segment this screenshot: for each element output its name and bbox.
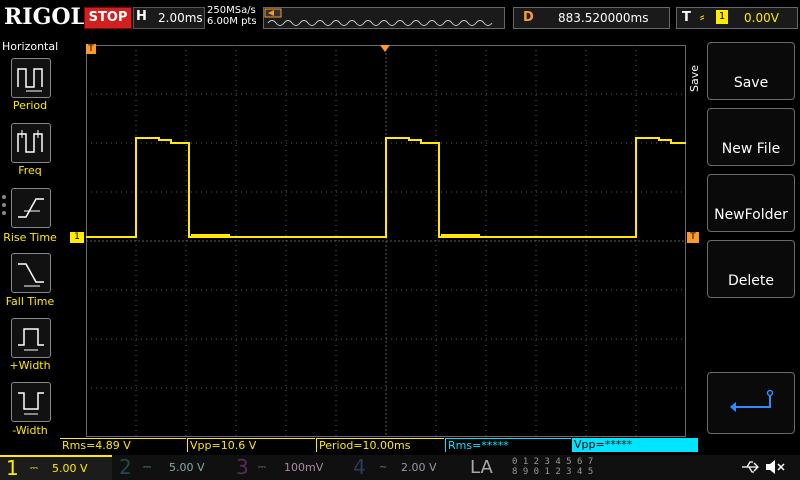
measurement-rms-ch1[interactable]: Rms=4.89 V [60,438,186,452]
memory-depth: 6.00M pts [207,16,257,27]
la-digits-row1: 0 1 2 3 4 5 6 7 [512,457,594,467]
channel-2-tab[interactable]: 2 ⎓ 5.00 V [113,455,225,480]
acquisition-info: 250MSa/s 6.00M pts [207,5,257,27]
new-folder-button[interactable]: NewFolder [707,174,795,232]
trigger-edge-icon: ⸗ [700,10,705,25]
new-file-button-label: New File [721,141,781,157]
channel-2-scale: 5.00 V [169,461,205,474]
period-icon [17,68,43,92]
brand-logo: RIGOL [4,4,86,30]
ac-coupling-icon: ∼ [379,462,388,473]
channel-3-number: 3 [236,455,249,479]
waveform-display[interactable] [86,45,686,437]
la-label: LA [470,457,493,478]
dc-coupling-icon: ⎓ [143,462,151,473]
memory-overview-strip[interactable] [263,7,505,29]
positive-width-icon [18,328,44,351]
measure-menu-title: Horizontal [2,40,59,53]
fall-time-icon [18,263,44,287]
delete-button-label: Delete [728,273,774,289]
rise-time-label: Rise Time [3,231,57,244]
channel-3-scale: 100mV [284,461,324,474]
status-bar: RIGOL STOP H 2.00ms 250MSa/s 6.00M pts D… [0,0,800,36]
save-tab-label: Save [688,64,701,92]
timebase-value: 2.00ms [158,11,203,25]
delete-button[interactable]: Delete [707,240,795,298]
trigger-level: 0.00V [744,11,779,25]
trigger-box[interactable] [676,7,798,29]
negative-width-label: -Width [12,424,48,437]
ch1-ground-marker[interactable]: 1 [70,232,84,243]
waveform-overview-icon [264,8,493,26]
channel-1-tab[interactable]: 1 ⎓ 5.00 V [0,455,112,480]
trigger-label: T [682,10,691,25]
positive-width-label: +Width [9,359,51,372]
dc-coupling-icon: ⎓ [258,462,266,473]
la-digits-row2: 8 9 0 1 2 3 4 5 [512,467,594,477]
return-button[interactable] [707,372,795,434]
triangle-down-icon [380,45,390,52]
channel-4-tab[interactable]: 4 ∼ 2.00 V [345,455,457,480]
negative-width-icon [18,392,44,415]
save-button[interactable]: Save [707,42,795,100]
mute-icon[interactable] [764,458,786,480]
return-arrow-icon [730,389,774,412]
delay-value: 883.520000ms [558,11,649,25]
fall-time-button[interactable] [11,253,51,293]
sample-rate: 250MSa/s [207,5,256,16]
channel-1-number: 1 [6,456,19,480]
scroll-indicator [2,195,8,221]
measurement-rms-ch2[interactable]: Rms=***** [445,438,571,452]
rise-time-icon [18,198,44,218]
delay-label: D [523,10,534,25]
save-menu-tab: Save [686,40,704,100]
trigger-position-marker[interactable]: T [86,44,96,54]
frequency-icon [17,130,43,153]
trigger-level-marker[interactable]: T [687,232,699,243]
usb-icon [740,458,760,480]
save-button-label: Save [733,75,769,91]
dc-coupling-icon: ⎓ [30,463,38,474]
measurement-vpp-ch1[interactable]: Vpp=10.6 V [187,438,315,452]
channel-4-number: 4 [353,455,366,479]
trigger-channel: 1 [716,10,728,24]
trigger-time-marker[interactable] [380,38,390,57]
channel-2-number: 2 [119,455,132,479]
waveform-canvas [86,45,686,437]
channel-4-scale: 2.00 V [401,461,437,474]
fall-time-label: Fall Time [5,295,55,308]
ch1-waveform-settle [441,234,480,237]
ch1-waveform-settle [191,234,230,237]
new-folder-button-label: NewFolder [714,207,788,223]
period-button[interactable] [11,58,51,98]
channel-1-scale: 5.00 V [52,462,88,475]
run-stop-indicator[interactable]: STOP [84,7,132,29]
negative-width-button[interactable] [11,382,51,422]
rise-time-button[interactable] [11,188,51,228]
timebase-label: H [136,9,147,24]
measurement-period-ch1[interactable]: Period=10.00ms [316,438,444,452]
freq-label: Freq [18,164,42,177]
period-label: Period [12,99,48,112]
positive-width-button[interactable] [11,318,51,358]
measurement-vpp-ch2[interactable]: Vpp=***** [572,438,698,452]
channel-3-tab[interactable]: 3 ⎓ 100mV [228,455,340,480]
new-file-button[interactable]: New File [707,108,795,166]
logic-analyzer-tab[interactable]: LA 0 1 2 3 4 5 6 7 8 9 0 1 2 3 4 5 [462,455,602,480]
freq-button[interactable] [11,123,51,163]
